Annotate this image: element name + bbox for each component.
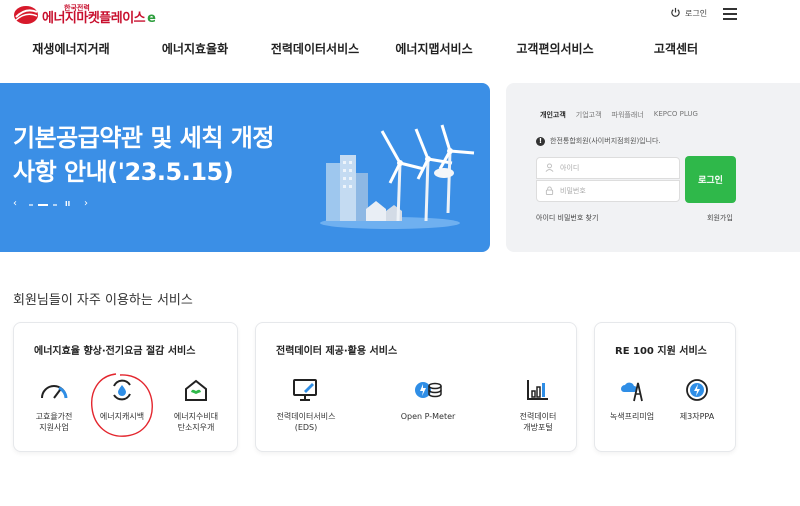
service-label: 지원사업 [39, 423, 69, 432]
service-label: 고효율가전 [35, 412, 73, 421]
logo-e-badge: e [147, 11, 156, 26]
header-login-link[interactable]: 로그인 [670, 7, 707, 20]
banner-pause-button[interactable]: II [65, 200, 70, 208]
tab-personal[interactable]: 개인고객 [540, 110, 566, 120]
service-label: (EDS) [294, 423, 318, 432]
login-panel: 개인고객 기업고객 파워플래너 KEPCO PLUG ! 한전통합회원(사이버지… [506, 83, 800, 252]
service-label: 개방포털 [523, 423, 553, 432]
kepco-logo[interactable]: 한국전력 에너지마켓플레이스 e [13, 4, 156, 26]
info-icon: ! [536, 136, 545, 146]
main-nav: 재생에너지거래 에너지효율화 전력데이터서비스 에너지맵서비스 고객편의서비스 … [0, 40, 800, 62]
hamburger-menu-icon[interactable] [723, 8, 737, 20]
logo-main-text: 에너지마켓플레이스 e [42, 11, 156, 26]
banner-title-line1: 기본공급약관 및 세칙 개정 [13, 124, 274, 152]
login-notice: ! 한전통합회원(사이버지점회원)입니다. [536, 136, 661, 146]
find-id-password-link[interactable]: 아이디 비밀번호 찾기 [536, 213, 598, 223]
header: 한국전력 에너지마켓플레이스 e 로그인 [0, 0, 800, 30]
leaf-house-icon [183, 377, 209, 403]
password-field[interactable]: 비밀번호 [536, 180, 680, 202]
banner-dot-active[interactable] [38, 204, 48, 206]
kepco-logo-icon [13, 5, 39, 25]
banner-title: 기본공급약관 및 세칙 개정 사항 안내('23.5.15) [13, 121, 313, 189]
password-placeholder: 비밀번호 [560, 187, 586, 195]
tab-business[interactable]: 기업고객 [576, 110, 602, 120]
service-card-re100: RE 100 지원 서비스 녹색프리미엄 제3자PPA [594, 322, 736, 452]
monitor-edit-icon [292, 377, 320, 403]
nav-item-customer-center[interactable]: 고객센터 [654, 40, 698, 57]
service-label: 제3자PPA [679, 412, 715, 421]
header-login-label: 로그인 [685, 9, 708, 18]
frequent-services-title: 회원님들이 자주 이용하는 서비스 [13, 293, 193, 308]
lock-icon [545, 185, 554, 197]
hero-banner[interactable]: 기본공급약관 및 세칙 개정 사항 안내('23.5.15) [0, 83, 490, 252]
banner-prev-button[interactable]: ‹ [13, 198, 17, 209]
cloud-tower-icon [618, 377, 646, 403]
service-open-data-portal[interactable]: 전력데이터 개방포털 [503, 377, 573, 433]
service-third-party-ppa[interactable]: 제3자PPA [662, 377, 732, 422]
card-title: 전력데이터 제공·활용 서비스 [276, 346, 398, 357]
red-annotation-circle [86, 370, 158, 446]
service-label: 에너지수비대 [173, 412, 219, 421]
nav-item-energy-map[interactable]: 에너지맵서비스 [395, 40, 472, 57]
wind-turbine-city-illustration [320, 123, 480, 237]
service-high-efficiency-appliance[interactable]: 고효율가전 지원사업 [19, 377, 89, 433]
login-tabs: 개인고객 기업고객 파워플래너 KEPCO PLUG [540, 110, 708, 120]
banner-title-line2: 사항 안내('23.5.15) [13, 158, 234, 186]
meter-icon [413, 377, 443, 403]
service-label: Open P-Meter [400, 412, 456, 421]
banner-pagination [29, 204, 62, 206]
id-field[interactable]: 아이디 [536, 157, 680, 179]
banner-dot[interactable] [29, 204, 33, 206]
nav-item-customer-convenience[interactable]: 고객편의서비스 [516, 40, 593, 57]
banner-dot[interactable] [53, 204, 57, 206]
tab-kepco-plug[interactable]: KEPCO PLUG [654, 110, 698, 120]
user-icon [545, 162, 554, 174]
service-label: 녹색프리미엄 [609, 412, 655, 421]
service-label: 전력데이터서비스 [276, 412, 336, 421]
service-open-p-meter[interactable]: Open P-Meter [393, 377, 463, 422]
signup-link[interactable]: 회원가입 [707, 213, 733, 223]
banner-next-button[interactable]: › [84, 198, 88, 209]
tab-power-planner[interactable]: 파워플래너 [612, 110, 644, 120]
service-energy-guard[interactable]: 에너지수비대 탄소지우개 [161, 377, 231, 433]
service-eds[interactable]: 전력데이터서비스 (EDS) [271, 377, 341, 433]
notice-text: 한전통합회원(사이버지점회원)입니다. [550, 137, 661, 145]
nav-item-renewable-trade[interactable]: 재생에너지거래 [32, 40, 109, 57]
service-label: 탄소지우개 [177, 423, 215, 432]
nav-item-energy-efficiency[interactable]: 에너지효율화 [162, 40, 228, 57]
service-label: 전력데이터 [519, 412, 557, 421]
service-green-premium[interactable]: 녹색프리미엄 [597, 377, 667, 422]
bar-chart-icon [525, 377, 551, 403]
logo-title: 에너지마켓플레이스 [42, 11, 146, 26]
service-card-power-data: 전력데이터 제공·활용 서비스 전력데이터서비스 (EDS) Open P-Me… [255, 322, 577, 452]
gauge-icon [39, 377, 69, 403]
power-icon [670, 7, 681, 20]
card-title: RE 100 지원 서비스 [615, 346, 707, 357]
card-title: 에너지효율 향상·전기요금 절감 서비스 [34, 346, 196, 357]
nav-item-power-data[interactable]: 전력데이터서비스 [271, 40, 359, 57]
login-button[interactable]: 로그인 [685, 156, 736, 203]
lightning-circle-icon [685, 377, 709, 403]
id-placeholder: 아이디 [560, 164, 580, 172]
